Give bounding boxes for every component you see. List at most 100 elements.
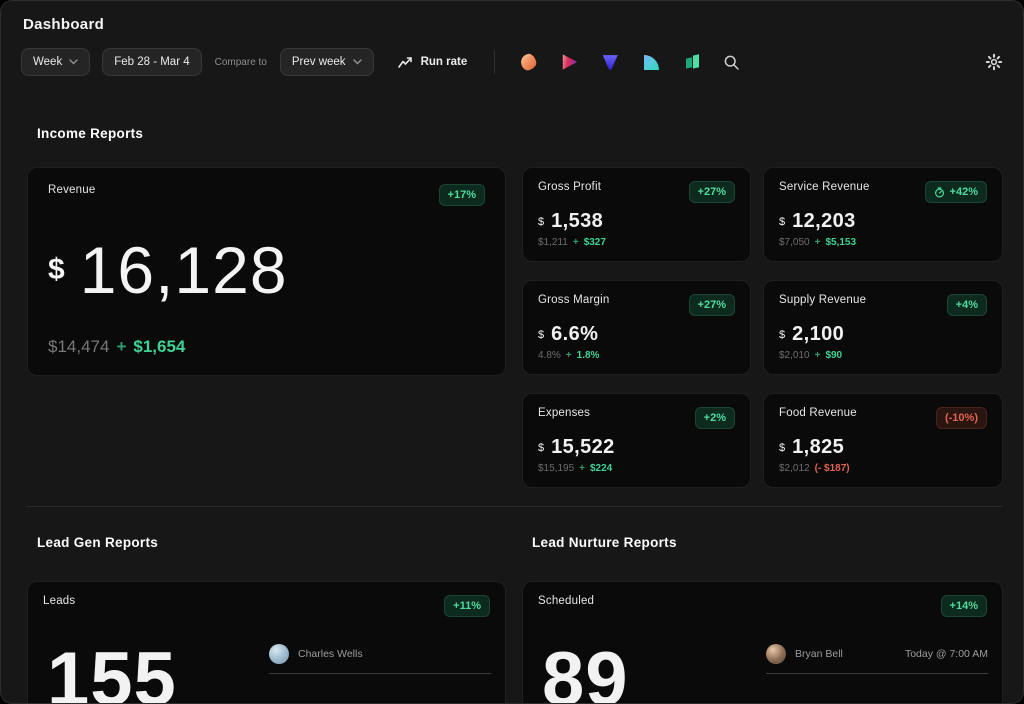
kpi-value: $12,203 xyxy=(779,210,987,233)
revenue-amount: 16,128 xyxy=(80,232,288,308)
previous-value: $7,050 xyxy=(779,237,810,248)
logo-bars-green-icon[interactable] xyxy=(683,53,701,71)
card-label: Gross Profit xyxy=(538,181,601,193)
previous-value: $15,195 xyxy=(538,463,574,474)
card-label: Supply Revenue xyxy=(779,294,866,306)
search-icon xyxy=(723,54,740,71)
kpi-value: $2,100 xyxy=(779,323,987,346)
card-label: Revenue xyxy=(48,184,95,196)
appointment-time: Today @ 7:00 AM xyxy=(905,648,988,660)
previous-value: $2,012 xyxy=(779,463,810,474)
person-name: Charles Wells xyxy=(298,648,363,660)
logo-sail-teal-icon[interactable] xyxy=(642,53,660,71)
trend-badge: +11% xyxy=(444,595,490,617)
gear-icon xyxy=(985,53,1003,71)
run-rate-toggle[interactable]: Run rate xyxy=(398,56,468,69)
previous-value: $1,211 xyxy=(538,237,568,248)
currency-symbol: $ xyxy=(779,216,785,228)
kpi-grid: Gross Profit +27% $1,538 $1,211 + $327 Serv… xyxy=(522,167,1003,488)
currency-symbol: $ xyxy=(779,329,785,341)
card-label: Leads xyxy=(43,595,75,607)
card-label: Service Revenue xyxy=(779,181,870,193)
card-label: Food Revenue xyxy=(779,407,857,419)
person-row[interactable]: Bryan Bell Today @ 7:00 AM xyxy=(766,644,988,664)
revenue-comparison: $14,474 + $1,654 xyxy=(48,337,485,357)
dashboard-window: Dashboard Week Feb 28 - Mar 4 Compare to… xyxy=(0,0,1024,704)
chevron-down-icon xyxy=(69,59,78,65)
kpi-comparison: $2,010+$90 xyxy=(779,350,987,361)
delta-value: $224 xyxy=(590,463,612,474)
trend-badge: +27% xyxy=(689,294,735,316)
delta-sign: + xyxy=(815,237,821,248)
lead-gen-section: Lead Gen Reports Leads+11% 155 Charles W… xyxy=(27,507,506,704)
bottom-sections: Lead Gen Reports Leads+11% 155 Charles W… xyxy=(27,507,1003,704)
lead-gen-title: Lead Gen Reports xyxy=(37,535,506,550)
trend-badge: +14% xyxy=(941,595,987,617)
kpi-value: $15,522 xyxy=(538,436,735,459)
settings-button[interactable] xyxy=(985,53,1003,71)
kpi-amount: 15,522 xyxy=(551,436,615,459)
period-select[interactable]: Week xyxy=(21,48,90,76)
kpi-comparison: $1,211 + $327 xyxy=(538,237,735,248)
badge-value: +42% xyxy=(950,186,978,198)
delta-value: $327 xyxy=(584,237,606,248)
date-range-button[interactable]: Feb 28 - Mar 4 xyxy=(102,48,201,76)
row-divider xyxy=(269,673,491,674)
service-revenue-card[interactable]: Service Revenue +42% $12,203 $7,050+$5,1… xyxy=(763,167,1003,262)
kpi-amount: 6.6% xyxy=(551,323,598,346)
gross-margin-card[interactable]: Gross Margin+27% $6.6% 4.8%+1.8% xyxy=(522,280,751,375)
previous-value: $2,010 xyxy=(779,350,810,361)
kpi-comparison: $15,195 + $224 xyxy=(538,463,735,474)
currency-symbol: $ xyxy=(48,253,65,287)
kpi-comparison: 4.8%+1.8% xyxy=(538,350,735,361)
delta-value: $1,654 xyxy=(133,337,185,357)
previous-value: $14,474 xyxy=(48,337,109,357)
logo-blob-orange-icon[interactable] xyxy=(519,53,537,71)
revenue-card[interactable]: Revenue +17% $ 16,128 $14,474 + $1,654 xyxy=(27,167,506,376)
compare-to-label: Compare to xyxy=(215,57,267,68)
card-label: Gross Margin xyxy=(538,294,609,306)
currency-symbol: $ xyxy=(779,442,785,454)
app-shortcuts xyxy=(519,53,701,71)
gross-profit-card[interactable]: Gross Profit+27% $1,538 $1,211+$327 xyxy=(522,167,751,262)
trend-badge: (-10%) xyxy=(936,407,987,429)
delta-sign: + xyxy=(579,463,585,474)
expenses-card[interactable]: Expenses +2% $15,522 $15,195 + $224 xyxy=(522,393,751,488)
compare-select-value: Prev week xyxy=(292,56,346,68)
trend-badge: +2% xyxy=(695,407,735,429)
delta-sign: + xyxy=(566,350,572,361)
card-label: Scheduled xyxy=(538,595,594,607)
kpi-amount: 1,825 xyxy=(792,436,844,459)
row-divider xyxy=(766,673,988,674)
food-revenue-card[interactable]: Food Revenue (-10%) $1,825 $2,012 (- $187) xyxy=(763,393,1003,488)
card-top: Revenue +17% xyxy=(48,184,485,206)
search-button[interactable] xyxy=(723,54,740,71)
scheduled-card[interactable]: Scheduled+14% 89 Bryan Bell Today @ 7:00… xyxy=(522,581,1003,704)
delta-sign: + xyxy=(116,337,126,357)
revenue-value: $ 16,128 xyxy=(48,232,485,308)
lead-nurture-section: Lead Nurture Reports Scheduled+14% 89 Br… xyxy=(522,507,1003,704)
person-row[interactable]: Charles Wells xyxy=(269,644,491,664)
kpi-comparison: $7,050+$5,153 xyxy=(779,237,987,248)
income-grid: Revenue +17% $ 16,128 $14,474 + $1,654 G… xyxy=(27,167,1003,488)
delta-value: (- $187) xyxy=(815,463,850,474)
gauge-icon xyxy=(934,187,945,198)
chevron-down-icon xyxy=(353,59,362,65)
income-reports-title: Income Reports xyxy=(37,126,1023,141)
supply-revenue-card[interactable]: Supply Revenue+4% $2,100 $2,010+$90 xyxy=(763,280,1003,375)
trending-up-icon xyxy=(398,56,413,69)
card-label: Expenses xyxy=(538,407,590,419)
leads-card[interactable]: Leads+11% 155 Charles Wells xyxy=(27,581,506,704)
kpi-amount: 1,538 xyxy=(551,210,603,233)
person-list: Charles Wells xyxy=(269,644,491,674)
logo-funnel-blue-icon[interactable] xyxy=(601,53,619,71)
trend-badge: +27% xyxy=(689,181,735,203)
delta-value: 1.8% xyxy=(577,350,600,361)
kpi-amount: 2,100 xyxy=(792,323,844,346)
kpi-amount: 12,203 xyxy=(792,210,856,233)
trend-badge: +42% xyxy=(925,181,987,203)
delta-sign: + xyxy=(573,237,579,248)
logo-play-gradient-icon[interactable] xyxy=(560,53,578,71)
compare-select[interactable]: Prev week xyxy=(280,48,374,76)
person-list: Bryan Bell Today @ 7:00 AM xyxy=(766,644,988,674)
